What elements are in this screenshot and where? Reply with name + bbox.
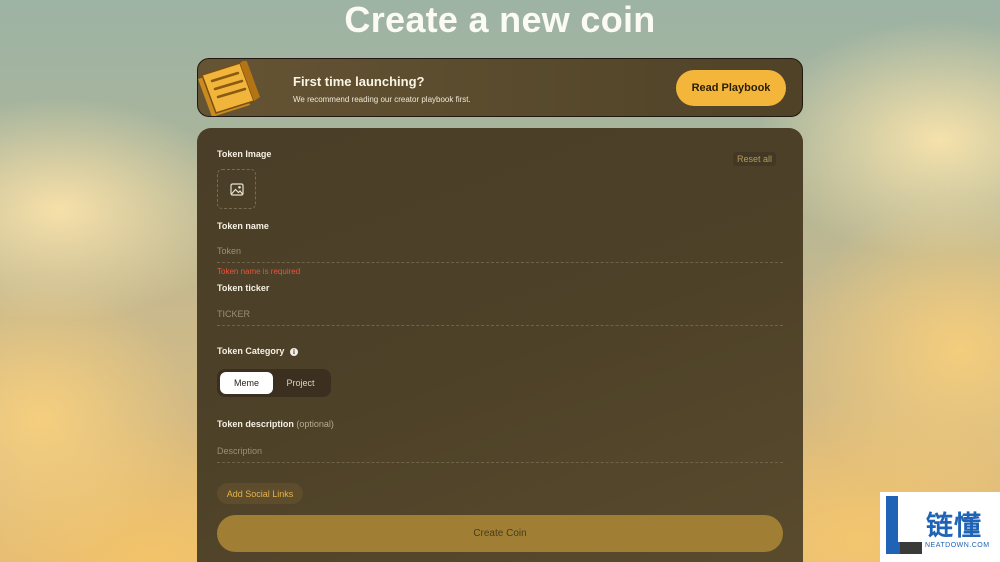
- book-icon: [198, 61, 260, 116]
- reset-all-button[interactable]: Reset all: [733, 152, 777, 166]
- token-ticker-placeholder: TICKER: [217, 309, 251, 319]
- watermark-text: 链懂: [926, 511, 982, 542]
- watermark-subtext: NEATDOWN.COM: [925, 542, 990, 549]
- add-social-links-button[interactable]: Add Social Links: [217, 483, 303, 504]
- create-coin-form: Token Image Reset all Token name Token T…: [197, 128, 803, 562]
- banner-title: First time launching?: [293, 74, 425, 89]
- token-name-placeholder: Token: [217, 246, 242, 256]
- category-option-project[interactable]: Project: [273, 372, 328, 394]
- playbook-banner: First time launching? We recommend readi…: [197, 58, 803, 117]
- token-category-label: Token Category: [217, 346, 285, 356]
- image-icon: [229, 182, 244, 196]
- token-name-error: Token name is required: [217, 267, 301, 276]
- token-ticker-label: Token ticker: [217, 283, 270, 293]
- token-image-label: Token Image: [217, 149, 272, 159]
- create-coin-button[interactable]: Create Coin: [217, 515, 783, 552]
- site-watermark: 链懂 NEATDOWN.COM: [880, 492, 1000, 562]
- category-option-meme[interactable]: Meme: [220, 372, 273, 394]
- token-description-input[interactable]: Description: [217, 441, 783, 463]
- optional-tag: (optional): [296, 419, 334, 429]
- token-name-input[interactable]: Token: [217, 241, 783, 263]
- page-title: Create a new coin: [344, 0, 656, 40]
- info-icon[interactable]: i: [290, 348, 298, 356]
- token-ticker-input[interactable]: TICKER: [217, 304, 783, 326]
- token-description-label-text: Token description: [217, 419, 294, 429]
- token-image-upload[interactable]: [217, 169, 256, 209]
- watermark-logo: [886, 496, 922, 554]
- token-description-label: Token description (optional): [217, 419, 334, 429]
- token-category-toggle: Meme Project: [217, 369, 331, 397]
- read-playbook-button[interactable]: Read Playbook: [676, 70, 786, 106]
- token-description-placeholder: Description: [217, 446, 263, 456]
- banner-subtitle: We recommend reading our creator playboo…: [293, 95, 471, 104]
- token-name-label: Token name: [217, 221, 269, 231]
